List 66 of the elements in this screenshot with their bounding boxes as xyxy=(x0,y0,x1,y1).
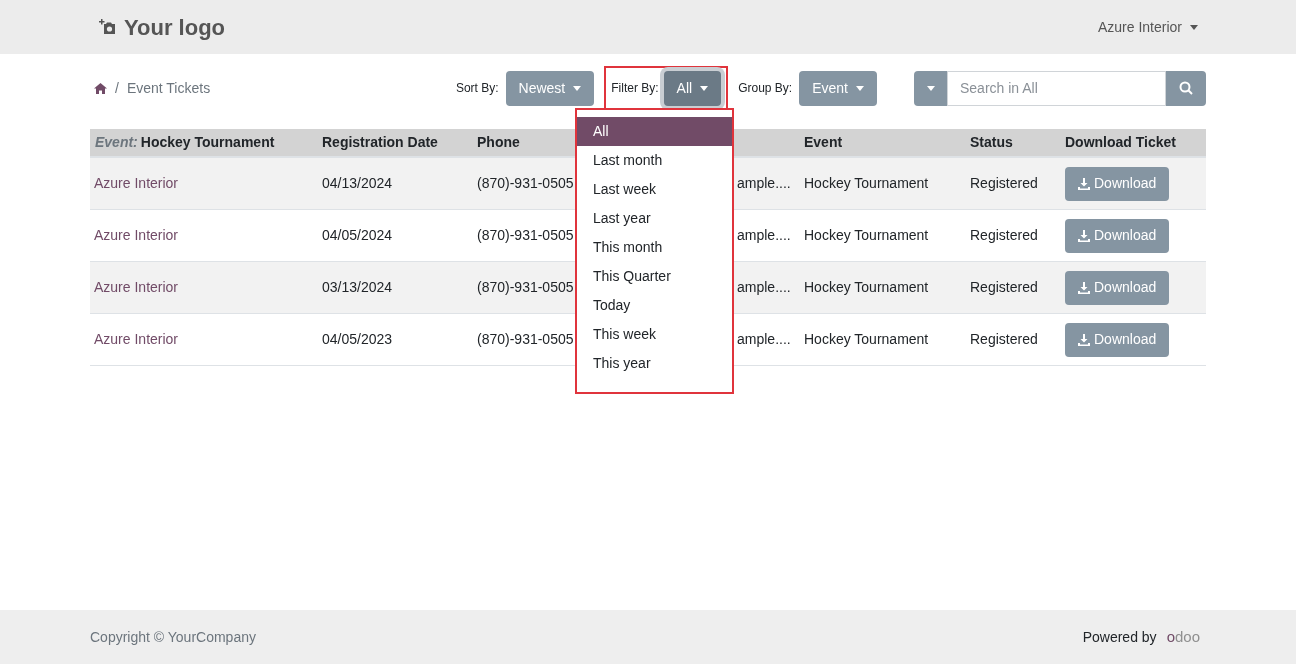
caret-icon xyxy=(573,85,582,91)
breadcrumb-item: Event Tickets xyxy=(126,78,211,98)
attendee-link[interactable]: Azure Interior xyxy=(94,331,179,347)
group-label: Group By: xyxy=(738,80,793,97)
table-cell: ample.... xyxy=(737,331,791,347)
table-cell: ample.... xyxy=(737,227,791,243)
table-cell: ample.... xyxy=(737,279,791,295)
table-cell: 04/05/2024 xyxy=(322,227,393,243)
attendee-link[interactable]: Azure Interior xyxy=(94,175,179,191)
filter-dropdown[interactable]: All xyxy=(663,70,722,106)
filter-menu-item[interactable]: Last month xyxy=(577,146,732,175)
filter-menu-item[interactable]: This month xyxy=(577,233,732,262)
table-cell: (870)-931-0505 xyxy=(477,227,574,243)
camera-icon xyxy=(98,19,116,35)
table-cell: Hockey Tournament xyxy=(804,227,929,243)
table-cell: (870)-931-0505 xyxy=(477,331,574,347)
filter-menu-item[interactable]: Today xyxy=(577,291,732,320)
table-cell: Hockey Tournament xyxy=(804,279,929,295)
powered-by-text: Powered by xyxy=(1082,627,1157,647)
table-cell: Hockey Tournament xyxy=(804,331,929,347)
download-icon xyxy=(1078,281,1090,294)
filter-menu-item[interactable]: Last year xyxy=(577,204,732,233)
table-cell: Registered xyxy=(970,227,1038,243)
search-filter-dropdown[interactable] xyxy=(914,70,947,106)
caret-icon xyxy=(700,85,709,91)
filter-menu-item[interactable]: All xyxy=(577,117,732,146)
caret-icon xyxy=(1190,24,1198,30)
column-header: Registration Date xyxy=(322,134,438,150)
table-cell: Registered xyxy=(970,331,1038,347)
filter-menu-item[interactable]: Last week xyxy=(577,175,732,204)
filter-label: Filter By: xyxy=(611,80,659,97)
table-cell: Registered xyxy=(970,279,1038,295)
home-icon[interactable] xyxy=(94,82,107,94)
download-icon xyxy=(1078,229,1090,242)
caret-icon xyxy=(856,85,864,91)
attendee-link[interactable]: Azure Interior xyxy=(94,227,179,243)
table-cell: (870)-931-0505 xyxy=(477,175,574,191)
sort-label: Sort By: xyxy=(455,80,499,97)
caret-icon xyxy=(926,85,935,91)
filter-menu-item[interactable]: This year xyxy=(577,349,732,378)
user-menu[interactable]: Azure Interior xyxy=(1097,16,1198,38)
breadcrumb-separator: / xyxy=(115,78,119,98)
column-header: Phone xyxy=(477,134,520,150)
search-icon xyxy=(1179,81,1193,95)
filter-menu-item[interactable]: This Quarter xyxy=(577,262,732,291)
attendee-link[interactable]: Azure Interior xyxy=(94,279,179,295)
search-field[interactable]: Search in All xyxy=(947,70,1166,106)
logo[interactable]: Your logo xyxy=(90,6,234,48)
column-header: Event xyxy=(804,134,843,150)
brand-logo[interactable]: odoo xyxy=(1166,625,1200,649)
column-header: Status xyxy=(970,134,1013,150)
table-cell: Hockey Tournament xyxy=(804,175,929,191)
table-cell: Registered xyxy=(970,175,1038,191)
group-label: Event: xyxy=(95,133,138,152)
search-button[interactable] xyxy=(1166,70,1206,106)
group-value: Hockey Tournament xyxy=(140,133,275,152)
table-cell: 04/13/2024 xyxy=(322,175,393,191)
filter-menu-item[interactable]: This week xyxy=(577,320,732,349)
table-cell: 03/13/2024 xyxy=(322,279,393,295)
download-icon xyxy=(1078,177,1090,190)
table-cell: 04/05/2023 xyxy=(322,331,393,347)
copyright-text: Copyright © YourCompany xyxy=(90,627,256,647)
column-header: Download Ticket xyxy=(1065,134,1176,150)
table-cell: (870)-931-0505 xyxy=(477,279,574,295)
download-icon xyxy=(1078,333,1090,346)
table-cell: ample.... xyxy=(737,175,791,191)
